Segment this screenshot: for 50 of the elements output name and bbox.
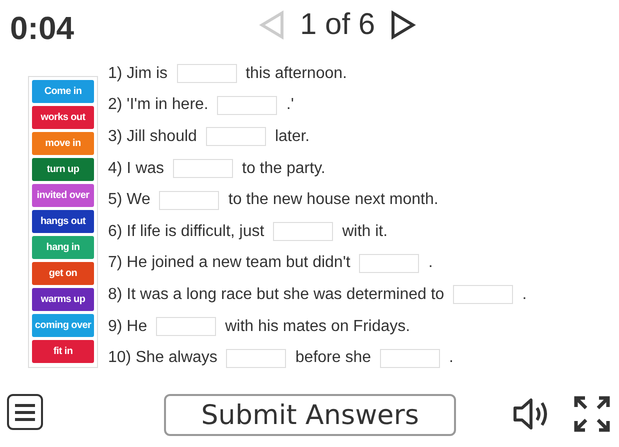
fullscreen-icon[interactable] <box>574 396 610 432</box>
timer: 0:04 <box>10 10 74 46</box>
speaker-icon[interactable] <box>512 396 550 432</box>
sentence-text: 2) 'I'm in here. <box>108 96 208 114</box>
answer-box[interactable] <box>159 190 220 210</box>
sentence-text: 10) She always <box>108 349 218 368</box>
sentence-text: to the party. <box>242 160 326 178</box>
answer-box[interactable] <box>156 317 216 336</box>
word-tile[interactable]: warms up <box>32 288 94 311</box>
answer-box[interactable] <box>380 348 440 368</box>
sentence-text: 3) Jill should <box>108 128 197 146</box>
word-tile[interactable]: turn up <box>32 158 94 181</box>
answer-box[interactable] <box>226 348 286 368</box>
sentence-text: 8) It was a long race but she was determined to <box>108 286 444 304</box>
sentence-text: this afternoon. <box>246 64 347 83</box>
sentence-text: with it. <box>342 222 388 241</box>
sentence-text: .' <box>286 96 294 114</box>
word-tile[interactable]: fit in <box>32 340 94 363</box>
answer-box[interactable] <box>273 222 334 242</box>
word-tile[interactable]: Come in <box>32 80 94 103</box>
page-counter: 1 of 6 <box>300 8 376 42</box>
sentence-text: 4) I was <box>108 160 164 178</box>
menu-button[interactable] <box>7 394 43 430</box>
answer-box[interactable] <box>173 159 234 178</box>
answer-box[interactable] <box>359 254 420 273</box>
sentence-text: 6) If life is difficult, just <box>108 222 264 241</box>
sentence-text: . <box>428 254 433 272</box>
next-page-button[interactable] <box>389 10 418 40</box>
sentence-text: . <box>522 286 527 304</box>
word-tile[interactable]: hang in <box>32 236 94 259</box>
answer-box[interactable] <box>453 285 514 304</box>
sentence-text: 9) He <box>108 318 148 336</box>
sentence-text: with his mates on Fridays. <box>225 318 410 336</box>
sentence-text: . <box>449 349 454 368</box>
word-tile[interactable]: works out <box>32 106 94 129</box>
sentence-text: 1) Jim is <box>108 64 168 83</box>
submit-button[interactable]: Submit Answers <box>164 394 456 436</box>
word-tile[interactable]: move in <box>32 132 94 155</box>
word-tile[interactable]: get on <box>32 262 94 285</box>
word-tile[interactable]: coming over <box>32 314 94 337</box>
sentence-text: 7) He joined a new team but didn't <box>108 254 350 272</box>
word-tile[interactable]: hangs out <box>32 210 94 233</box>
answer-box[interactable] <box>217 96 278 115</box>
word-tile[interactable]: invited over <box>32 184 94 207</box>
sentence-text: later. <box>274 128 310 146</box>
sentence-text: before she <box>295 349 371 368</box>
sentence-text: 5) We <box>108 191 150 210</box>
sentence-text: to the new house next month. <box>228 191 438 210</box>
answer-box[interactable] <box>206 127 266 146</box>
answer-box[interactable] <box>176 64 237 84</box>
